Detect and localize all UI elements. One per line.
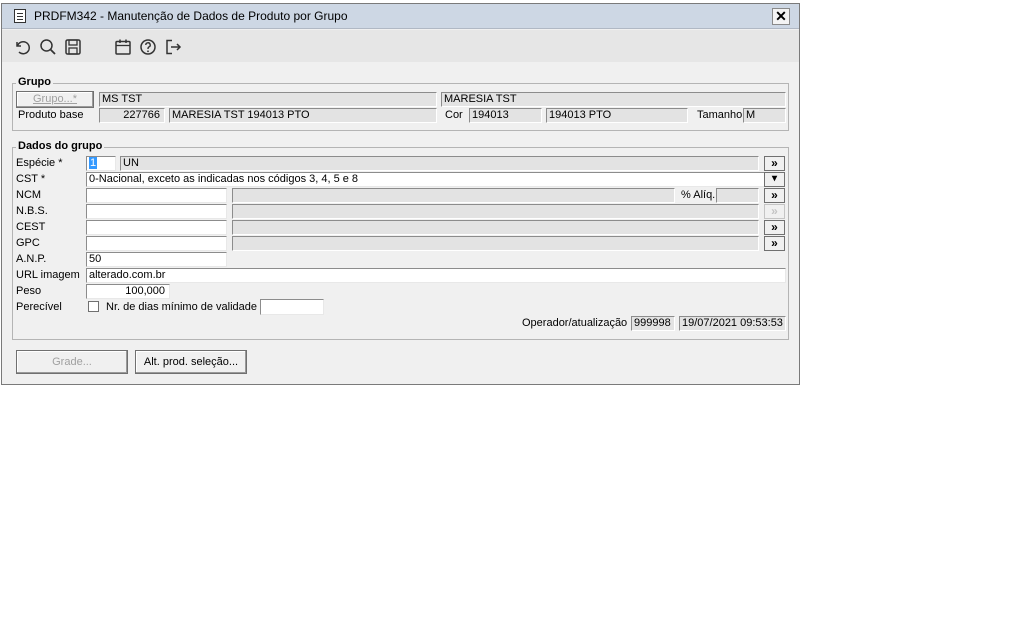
- aliq-field: [716, 188, 759, 203]
- perecivel-checkbox[interactable]: [88, 301, 99, 312]
- gpc-label: GPC: [16, 237, 40, 249]
- aliq-label: % Alíq.: [681, 189, 716, 201]
- tamanho-field[interactable]: M: [743, 108, 786, 123]
- url-imagem-field[interactable]: alterado.com.br: [86, 268, 786, 283]
- anp-field[interactable]: 50: [86, 252, 227, 267]
- cest-label: CEST: [16, 221, 46, 233]
- operador-label: Operador/atualização: [522, 317, 628, 329]
- nbs-label: N.B.S.: [16, 205, 48, 217]
- peso-field[interactable]: 100,000: [86, 284, 170, 299]
- ncm-desc-field: [232, 188, 675, 203]
- produto-base-desc-field[interactable]: MARESIA TST 194013 PTO: [169, 108, 437, 123]
- grupo-code-field[interactable]: MS TST: [99, 92, 437, 107]
- nbs-desc-field: [232, 204, 759, 219]
- help-icon[interactable]: [138, 37, 158, 57]
- window-title: PRDFM342 - Manutenção de Dados de Produt…: [34, 9, 348, 23]
- undo-icon[interactable]: [12, 37, 32, 57]
- nbs-lookup-button[interactable]: »: [764, 204, 785, 219]
- cest-field[interactable]: [86, 220, 227, 235]
- grupo-button-label: Grupo...*: [32, 93, 78, 105]
- especie-code-value: 1: [89, 157, 98, 169]
- cor-code-field[interactable]: 194013: [469, 108, 542, 123]
- grade-button[interactable]: Grade...: [16, 350, 128, 374]
- grupo-button[interactable]: Grupo...*: [16, 91, 94, 108]
- cor-label: Cor: [445, 109, 463, 121]
- anp-label: A.N.P.: [16, 253, 47, 265]
- cest-desc-field: [232, 220, 759, 235]
- cst-select[interactable]: 0-Nacional, exceto as indicadas nos códi…: [86, 172, 764, 187]
- grupo-group: Grupo: [12, 76, 789, 131]
- toolbar: [2, 30, 799, 62]
- search-icon[interactable]: [38, 37, 58, 57]
- cest-lookup-button[interactable]: »: [764, 220, 785, 235]
- cor-desc-field[interactable]: 194013 PTO: [546, 108, 688, 123]
- operador-field: 999998: [631, 316, 675, 331]
- peso-label: Peso: [16, 285, 42, 297]
- produto-base-code-field[interactable]: 227766: [99, 108, 165, 123]
- close-button[interactable]: ✕: [772, 8, 790, 25]
- exit-icon[interactable]: [163, 37, 183, 57]
- calendar-icon[interactable]: [113, 37, 133, 57]
- main-window: PRDFM342 - Manutenção de Dados de Produt…: [1, 3, 800, 385]
- ncm-field[interactable]: [86, 188, 227, 203]
- perecivel-label: Perecível: [16, 301, 62, 313]
- nbs-field[interactable]: [86, 204, 227, 219]
- especie-desc-field: UN: [120, 156, 759, 171]
- cst-label: CST *: [16, 173, 46, 185]
- gpc-lookup-button[interactable]: »: [764, 236, 785, 251]
- dias-validade-field[interactable]: [260, 299, 324, 315]
- dias-validade-label: Nr. de dias mínimo de validade: [106, 301, 258, 313]
- ncm-lookup-button[interactable]: »: [764, 188, 785, 203]
- cst-dropdown-button[interactable]: ▾: [764, 172, 785, 187]
- grupo-legend: Grupo: [16, 76, 53, 88]
- produto-base-label: Produto base: [18, 109, 84, 121]
- especie-lookup-button[interactable]: »: [764, 156, 785, 171]
- document-icon: [14, 9, 26, 23]
- especie-code-field[interactable]: 1: [86, 156, 116, 171]
- dados-grupo-legend: Dados do grupo: [16, 140, 105, 152]
- title-bar: PRDFM342 - Manutenção de Dados de Produt…: [2, 4, 799, 29]
- ncm-label: NCM: [16, 189, 42, 201]
- especie-label: Espécie *: [16, 157, 63, 169]
- alt-prod-selecao-button[interactable]: Alt. prod. seleção...: [135, 350, 247, 374]
- url-imagem-label: URL imagem: [16, 269, 80, 281]
- grupo-desc-field[interactable]: MARESIA TST: [441, 92, 786, 107]
- gpc-field[interactable]: [86, 236, 227, 251]
- save-icon[interactable]: [63, 37, 83, 57]
- tamanho-label: Tamanho: [697, 109, 743, 121]
- gpc-desc-field: [232, 236, 759, 251]
- atualizacao-field: 19/07/2021 09:53:53: [679, 316, 786, 331]
